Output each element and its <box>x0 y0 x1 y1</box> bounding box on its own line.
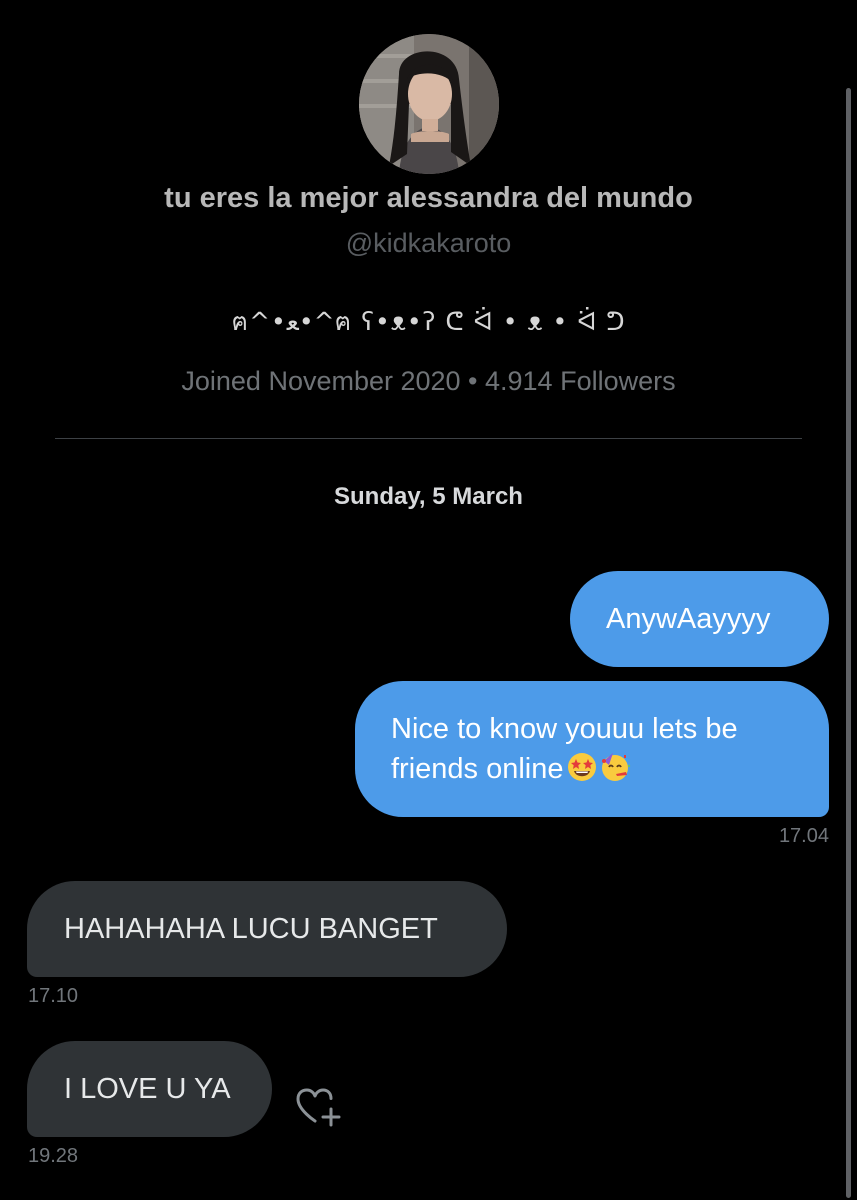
avatar-photo <box>359 34 499 174</box>
message-timestamp: 17.10 <box>28 985 79 1007</box>
date-header: Sunday, 5 March <box>334 483 523 510</box>
message-bubble-outgoing[interactable]: AnywAayyyy <box>570 571 829 667</box>
avatar[interactable] <box>359 34 499 174</box>
message-text: Nice to know youuu lets be friends onlin… <box>391 713 738 785</box>
user-handle[interactable]: @kidkakaroto <box>0 228 857 259</box>
scrollbar[interactable] <box>846 88 851 1198</box>
message-bubble-incoming[interactable]: I LOVE U YA <box>27 1041 272 1137</box>
heart-plus-icon[interactable] <box>295 1087 343 1131</box>
message-bubble-incoming[interactable]: HAHAHAHA LUCU BANGET <box>27 881 507 977</box>
star-struck-icon <box>566 751 598 783</box>
user-bio: ฅ^•ﻌ•^ฅ ʕ•ᴥ•ʔ ᕦ ᐛ • ᴥ • ᐛ ᕤ <box>231 307 626 336</box>
message-timestamp: 19.28 <box>28 1145 79 1167</box>
message-text: HAHAHAHA LUCU BANGET <box>64 913 438 945</box>
partying-face-icon <box>600 751 632 783</box>
message-timestamp: 17.04 <box>778 825 829 847</box>
divider <box>55 438 802 439</box>
message-text: I LOVE U YA <box>64 1073 231 1105</box>
message-text: AnywAayyyy <box>606 603 771 635</box>
display-name[interactable]: tu eres la mejor alessandra del mundo <box>0 182 857 215</box>
profile-meta: Joined November 2020 • 4.914 Followers <box>181 366 676 396</box>
message-bubble-outgoing[interactable]: Nice to know youuu lets be friends onlin… <box>355 681 829 817</box>
